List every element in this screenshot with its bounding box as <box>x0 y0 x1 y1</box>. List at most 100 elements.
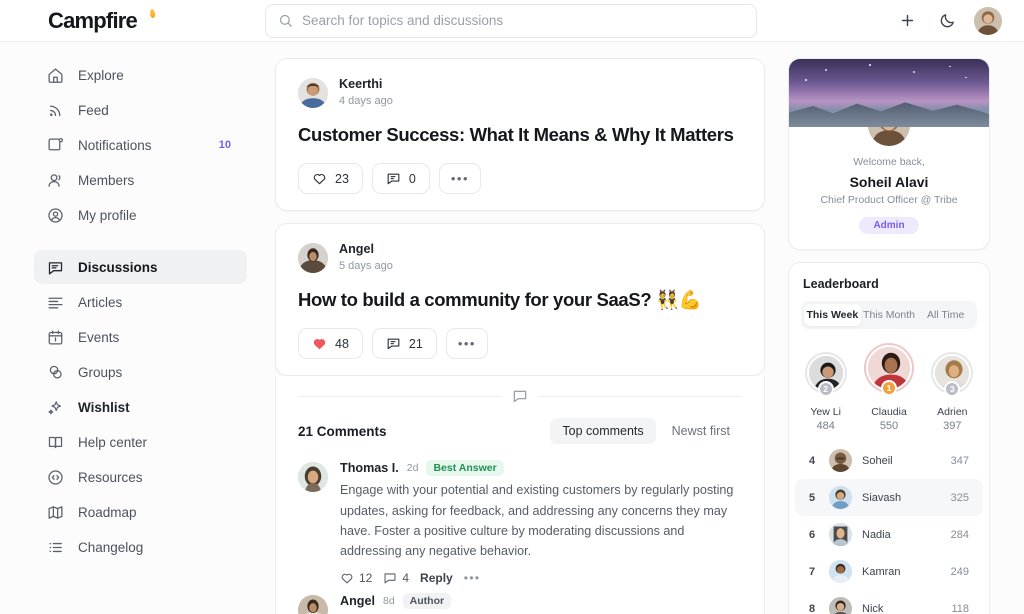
sidebar-item-explore[interactable]: Explore <box>34 58 247 92</box>
brand-name: Campfire <box>48 7 138 33</box>
sidebar-item-label: Explore <box>78 67 124 83</box>
comment-reply-count-button[interactable]: 4 <box>383 571 413 585</box>
rank-badge: 1 <box>880 380 897 396</box>
groups-icon <box>46 363 64 381</box>
user-circle-icon <box>46 206 64 224</box>
comment-header: Thomas I. 2d Best Answer <box>340 460 742 477</box>
podium-score: 397 <box>943 420 962 432</box>
sidebar-item-events[interactable]: Events <box>34 320 247 354</box>
tab-newest-first[interactable]: Newst first <box>660 418 742 444</box>
row-avatar[interactable] <box>829 449 852 472</box>
row-score: 325 <box>950 491 969 504</box>
profile-card: Welcome back, Soheil Alavi Chief Product… <box>788 58 990 250</box>
reply-button[interactable]: Reply <box>420 571 457 585</box>
post-author-avatar[interactable] <box>298 78 328 109</box>
dark-mode-toggle[interactable] <box>934 8 960 34</box>
discussion-icon <box>46 258 64 276</box>
tab-top-comments[interactable]: Top comments <box>550 418 656 445</box>
post-author-meta: Keerthi 4 days ago <box>339 77 393 109</box>
sidebar-item-label: Groups <box>78 364 123 380</box>
sidebar-item-discussions[interactable]: Discussions <box>34 250 247 284</box>
search-input[interactable] <box>302 13 744 28</box>
post-card[interactable]: Angel 5 days ago How to build a communit… <box>275 223 765 377</box>
sidebar-item-resources[interactable]: Resources <box>34 460 247 494</box>
heart-icon <box>312 336 327 351</box>
leaderboard-period-tabs: This Week This Month All Time <box>801 301 977 329</box>
leaderboard-row[interactable]: 5 Siavash 325 <box>795 479 983 516</box>
comment-author-avatar[interactable] <box>298 462 328 493</box>
row-avatar[interactable] <box>829 486 852 509</box>
add-button[interactable] <box>894 8 920 34</box>
leaderboard-row[interactable]: 7 Kamran 249 <box>795 553 983 590</box>
comment-more-button[interactable]: ••• <box>464 571 481 585</box>
sidebar-item-changelog[interactable]: Changelog <box>34 530 247 564</box>
post-more-button[interactable]: ••• <box>445 328 488 360</box>
comment-author-avatar[interactable] <box>298 594 328 614</box>
row-name: Nick <box>862 602 884 614</box>
comment-author-name: Angel <box>340 593 375 608</box>
sidebar-item-label: Articles <box>78 294 123 310</box>
sidebar-item-notifications[interactable]: Notifications 10 <box>34 128 247 162</box>
brand-logo[interactable]: Campfire <box>0 8 265 34</box>
post-actions: 48 21 ••• <box>298 328 742 360</box>
post-title[interactable]: Customer Success: What It Means & Why It… <box>298 124 742 146</box>
profile-info: Welcome back, Soheil Alavi Chief Product… <box>789 149 989 249</box>
tab-all-time[interactable]: All Time <box>917 304 974 326</box>
sidebar-item-articles[interactable]: Articles <box>34 285 247 319</box>
like-button[interactable]: 48 <box>298 328 363 360</box>
post-author-avatar[interactable] <box>298 243 328 274</box>
row-avatar[interactable] <box>829 523 852 546</box>
comment-item: Thomas I. 2d Best Answer Engage with you… <box>298 452 742 585</box>
post-more-button[interactable]: ••• <box>438 163 482 195</box>
sidebar-item-roadmap[interactable]: Roadmap <box>34 495 247 529</box>
sidebar-item-my-profile[interactable]: My profile <box>34 198 247 232</box>
tab-this-month[interactable]: This Month <box>861 304 918 326</box>
comment-button[interactable]: 21 <box>371 328 437 360</box>
leaderboard-row[interactable]: 4 Soheil 347 <box>795 442 983 479</box>
comment-icon <box>386 171 401 186</box>
search-container <box>265 3 757 38</box>
row-rank: 8 <box>809 602 816 614</box>
search-box[interactable] <box>265 3 757 38</box>
page-body: Explore Feed Notifications 10 Members My… <box>0 42 1024 614</box>
tab-this-week[interactable]: This Week <box>804 304 861 326</box>
star-dot <box>949 65 951 68</box>
comments-section: 21 Comments Top comments Newst first Tho… <box>275 376 765 614</box>
podium-place-1[interactable]: 1 Claudia 550 <box>860 345 917 432</box>
row-avatar[interactable] <box>829 597 852 614</box>
podium-place-3[interactable]: 3 Adrien 397 <box>924 354 981 432</box>
post-timestamp: 5 days ago <box>339 259 393 272</box>
sparkle-icon <box>46 398 64 416</box>
calendar-icon <box>46 328 64 346</box>
row-name: Kamran <box>862 565 901 578</box>
sidebar-item-groups[interactable]: Groups <box>34 355 247 389</box>
sidebar-item-wishlist[interactable]: Wishlist <box>34 390 247 424</box>
comment-body: Thomas I. 2d Best Answer Engage with you… <box>340 460 742 585</box>
sidebar-item-members[interactable]: Members <box>34 163 247 197</box>
leaderboard-row[interactable]: 8 Nick 118 <box>795 590 983 614</box>
comment-button[interactable]: 0 <box>371 163 430 195</box>
sidebar-item-help-center[interactable]: Help center <box>34 425 247 459</box>
comment-item: Angel 8d Author We started out building … <box>298 585 742 614</box>
list-icon <box>46 538 64 556</box>
comment-timestamp: 2d <box>406 462 419 475</box>
post-card[interactable]: Keerthi 4 days ago Customer Success: Wha… <box>275 58 765 212</box>
user-avatar[interactable] <box>974 6 1002 35</box>
search-icon <box>278 13 293 28</box>
podium-avatar-wrap: 1 <box>865 345 912 396</box>
like-button[interactable]: 23 <box>298 163 363 195</box>
sidebar-item-feed[interactable]: Feed <box>34 93 247 127</box>
sidebar-item-label: Resources <box>78 469 143 485</box>
star-dot <box>913 71 915 74</box>
articles-icon <box>46 293 64 311</box>
row-avatar[interactable] <box>829 560 852 583</box>
podium-place-2[interactable]: 2 Yew Li 484 <box>797 354 854 432</box>
post-author-name: Angel <box>339 242 374 257</box>
post-title[interactable]: How to build a community for your SaaS? … <box>298 289 742 311</box>
flame-icon <box>149 8 156 18</box>
comment-like-count: 12 <box>359 570 373 585</box>
podium-avatar-wrap: 3 <box>933 354 972 397</box>
map-icon <box>46 503 64 521</box>
leaderboard-row[interactable]: 6 Nadia 284 <box>795 516 983 553</box>
comment-like-button[interactable]: 12 <box>340 571 376 585</box>
